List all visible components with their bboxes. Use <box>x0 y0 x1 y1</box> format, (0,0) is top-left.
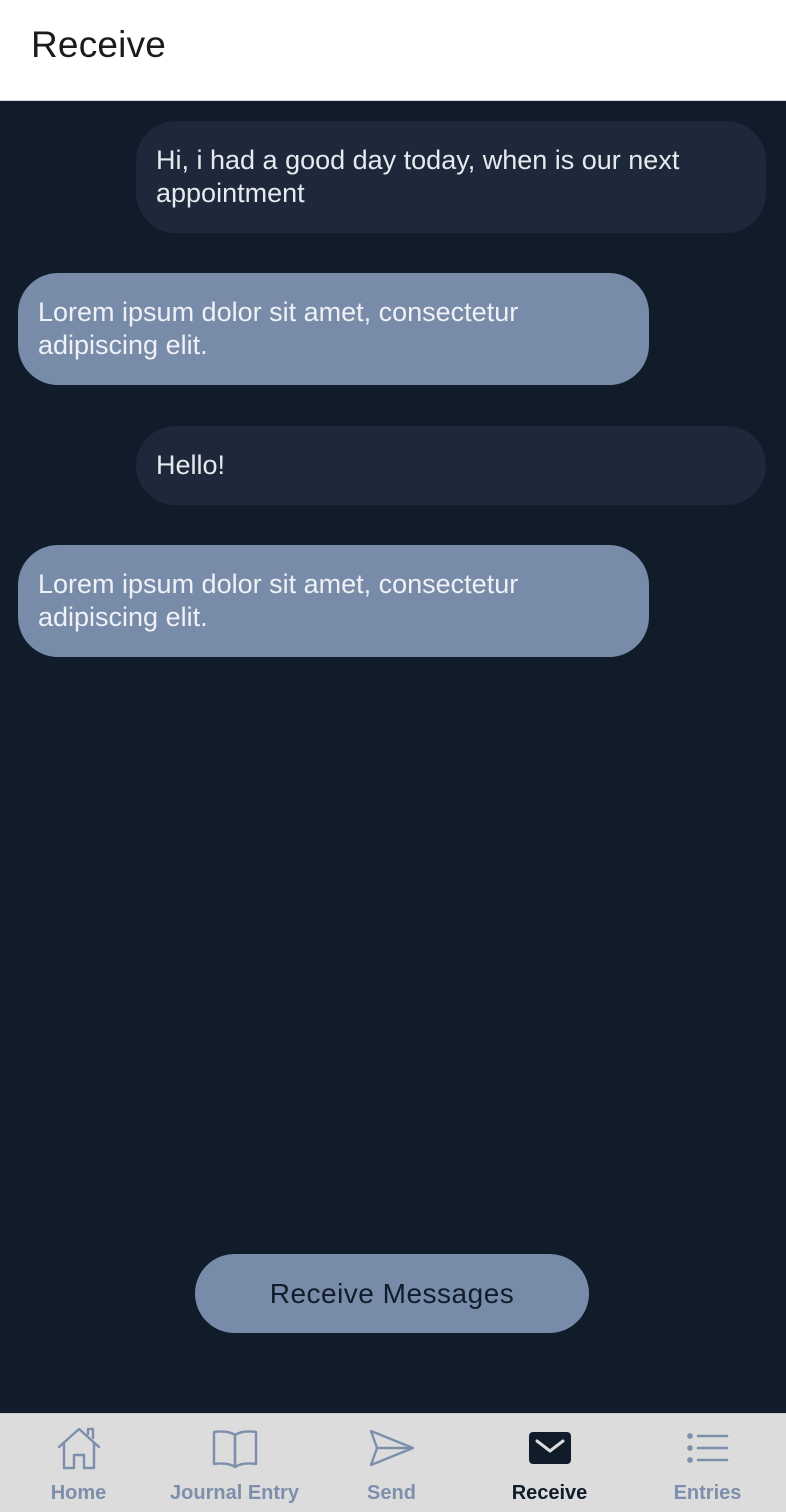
message-text: Lorem ipsum dolor sit amet, consectetur … <box>38 297 519 360</box>
tab-send[interactable]: Send <box>313 1414 470 1512</box>
message-text: Hello! <box>156 450 226 480</box>
book-icon <box>210 1426 260 1470</box>
message-bubble-received[interactable]: Lorem ipsum dolor sit amet, consectetur … <box>18 545 649 657</box>
home-icon <box>54 1426 104 1470</box>
send-icon <box>367 1426 417 1470</box>
tab-label: Journal Entry <box>170 1482 299 1504</box>
tab-receive[interactable]: Receive <box>471 1414 628 1512</box>
bottom-tab-bar: Home Journal Entry Send Receive Entries <box>0 1413 786 1512</box>
message-text: Hi, i had a good day today, when is our … <box>156 145 680 208</box>
message-bubble-received[interactable]: Lorem ipsum dolor sit amet, consectetur … <box>18 273 649 385</box>
tab-label: Receive <box>511 1482 588 1504</box>
message-bubble-sent[interactable]: Hello! <box>136 426 766 505</box>
tab-journal-entry[interactable]: Journal Entry <box>156 1414 313 1512</box>
page-title: Receive <box>31 24 167 65</box>
receive-messages-button[interactable]: Receive Messages <box>195 1254 589 1333</box>
message-text: Lorem ipsum dolor sit amet, consectetur … <box>38 569 519 632</box>
tab-home[interactable]: Home <box>0 1414 157 1512</box>
app-header: Receive <box>0 0 786 101</box>
tab-label: Send <box>367 1482 416 1504</box>
app-root: Receive Hi, i had a good day today, when… <box>0 0 786 1512</box>
list-icon <box>683 1426 733 1470</box>
mail-icon <box>525 1426 575 1470</box>
message-bubble-sent[interactable]: Hi, i had a good day today, when is our … <box>136 121 766 233</box>
tab-label: Home <box>50 1482 107 1504</box>
tab-label: Entries <box>673 1482 742 1504</box>
tab-entries[interactable]: Entries <box>629 1414 786 1512</box>
